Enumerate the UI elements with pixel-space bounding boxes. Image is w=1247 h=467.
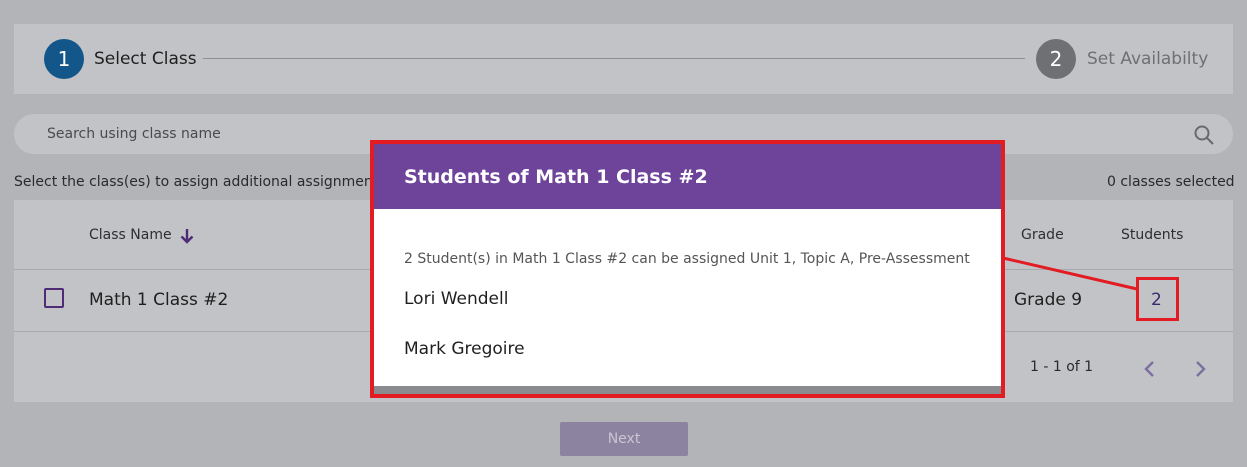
dialog-bottom-bar [374,386,1001,394]
chevron-right-icon[interactable] [1191,359,1209,379]
dialog-description: 2 Student(s) in Math 1 Class #2 can be a… [404,251,970,267]
sort-down-arrow-icon[interactable] [180,227,194,245]
step-2-label: Set Availabilty [1087,49,1209,69]
grade-cell: Grade 9 [1014,290,1083,310]
dialog-title: Students of Math 1 Class #2 [404,166,708,188]
search-icon[interactable] [1193,124,1215,146]
step-1-label: Select Class [94,49,197,69]
step-2-circle: 2 [1036,39,1076,79]
stepper-connector-line [203,58,1025,59]
search-placeholder: Search using class name [47,126,221,142]
student-list-item: Mark Gregoire [404,339,525,359]
class-name-cell: Math 1 Class #2 [89,290,229,310]
next-button[interactable]: Next [560,422,688,456]
column-header-class-name[interactable]: Class Name [89,227,172,243]
student-list-item: Lori Wendell [404,289,509,309]
chevron-left-icon[interactable] [1141,359,1159,379]
row-checkbox[interactable] [44,288,64,308]
pagination-range: 1 - 1 of 1 [1030,359,1094,375]
step-1-circle: 1 [44,39,84,79]
column-header-grade: Grade [1021,227,1064,243]
instruction-text: Select the class(es) to assign additiona… [14,174,373,190]
column-header-students: Students [1121,227,1184,243]
selected-count: 0 classes selected [1107,174,1235,190]
students-highlight-box [1136,277,1179,321]
